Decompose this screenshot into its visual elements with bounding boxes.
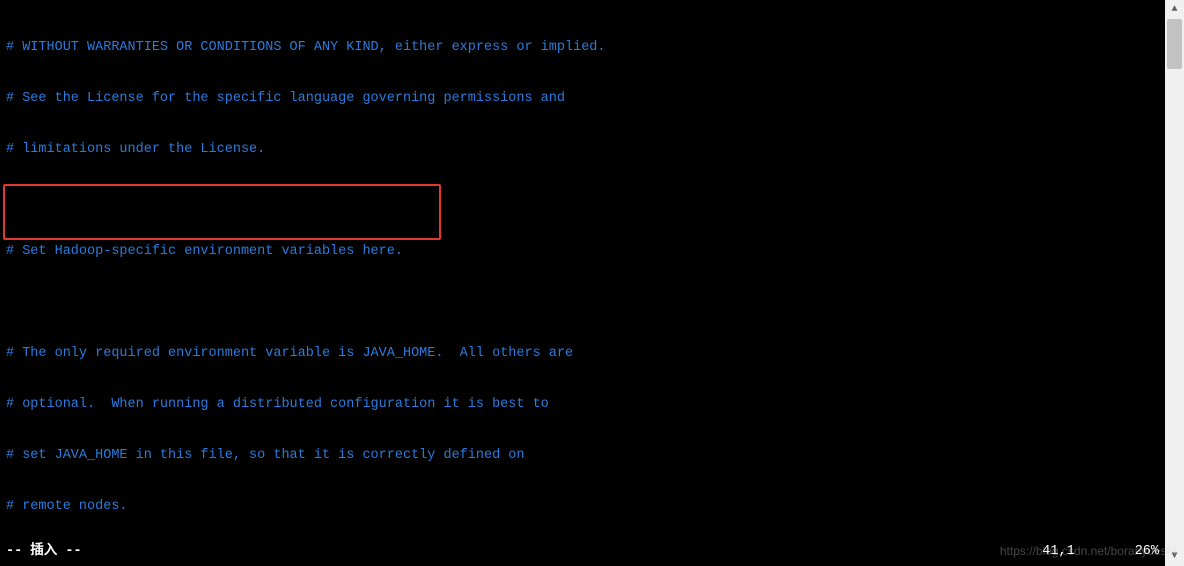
- comment-line: # optional. When running a distributed c…: [6, 396, 1165, 413]
- comment-line: # Set Hadoop-specific environment variab…: [6, 243, 1165, 260]
- comment-line: # The only required environment variable…: [6, 345, 1165, 362]
- scroll-track[interactable]: [1165, 19, 1184, 547]
- vertical-scrollbar[interactable]: ▲ ▼: [1165, 0, 1184, 566]
- editor-viewport: # WITHOUT WARRANTIES OR CONDITIONS OF AN…: [0, 0, 1184, 566]
- terminal-content[interactable]: # WITHOUT WARRANTIES OR CONDITIONS OF AN…: [0, 0, 1165, 566]
- vim-status-line: -- 插入 -- 41,1 26%: [6, 543, 1159, 560]
- vim-cursor-pos: 41,1: [1042, 544, 1074, 559]
- comment-line: # remote nodes.: [6, 498, 1165, 515]
- vim-position-info: 41,1 26%: [982, 543, 1159, 560]
- blank-line: [6, 294, 1165, 311]
- comment-line: # WITHOUT WARRANTIES OR CONDITIONS OF AN…: [6, 39, 1165, 56]
- comment-line: # set JAVA_HOME in this file, so that it…: [6, 447, 1165, 464]
- vim-mode: -- 插入 --: [6, 543, 82, 560]
- scroll-down-button[interactable]: ▼: [1165, 547, 1184, 566]
- scroll-up-button[interactable]: ▲: [1165, 0, 1184, 19]
- vim-scroll-pct: 26%: [1135, 544, 1159, 559]
- scroll-thumb[interactable]: [1167, 19, 1182, 69]
- blank-line: [6, 192, 1165, 209]
- comment-line: # limitations under the License.: [6, 141, 1165, 158]
- comment-line: # See the License for the specific langu…: [6, 90, 1165, 107]
